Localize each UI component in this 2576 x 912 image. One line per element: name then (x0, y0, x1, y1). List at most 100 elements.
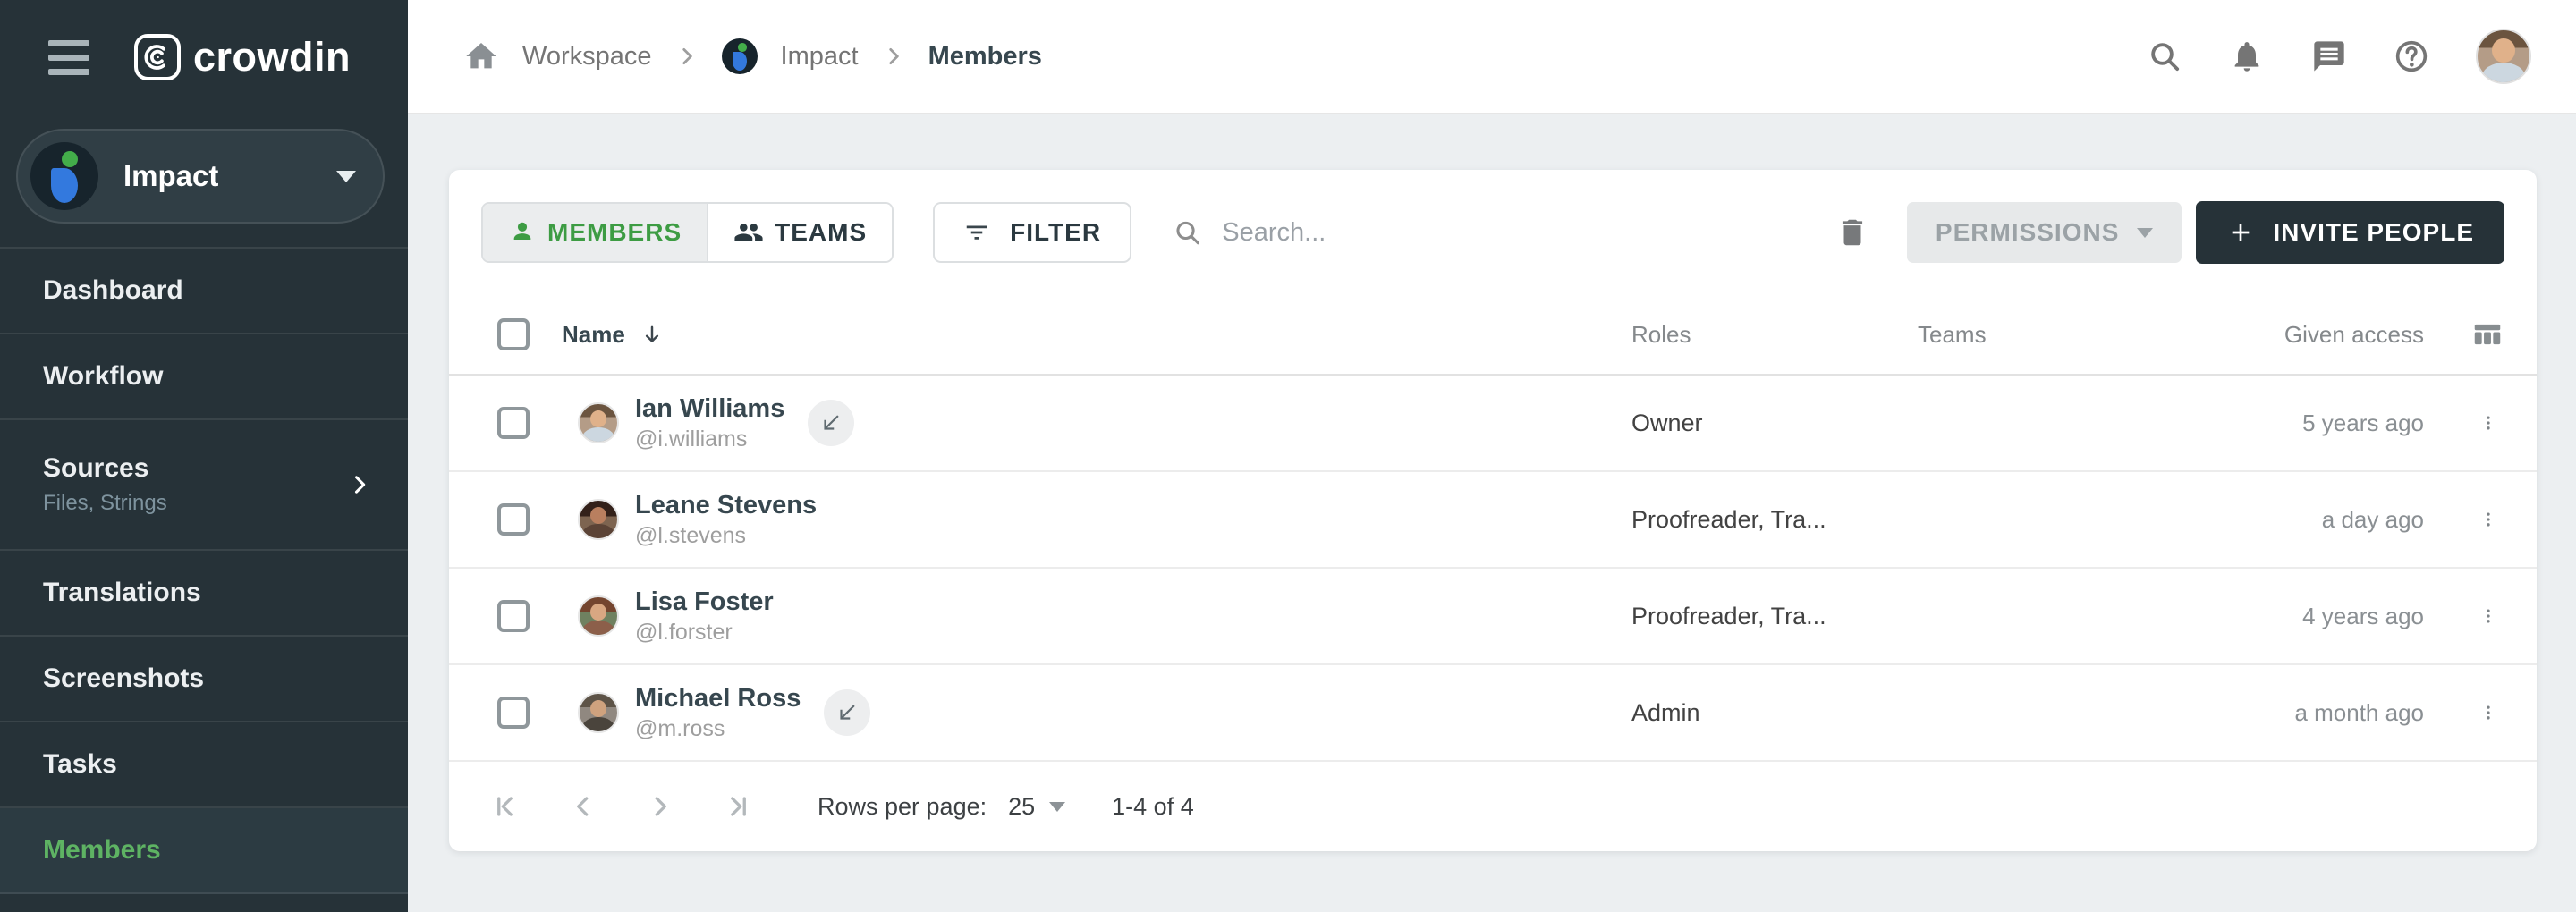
rows-per-page-label: Rows per page: (818, 793, 987, 821)
breadcrumb-workspace[interactable]: Workspace (522, 42, 652, 72)
sidebar-item-workflow[interactable]: Workflow (0, 334, 408, 420)
project-name: Impact (123, 159, 336, 193)
search-icon (1173, 216, 1202, 249)
person-icon (508, 218, 537, 247)
project-selector[interactable]: Impact (16, 129, 385, 224)
help-icon[interactable] (2394, 38, 2429, 74)
sidebar-item-dashboard[interactable]: Dashboard (0, 249, 408, 334)
breadcrumb-page: Members (928, 42, 1042, 72)
user-avatar[interactable] (2476, 29, 2531, 84)
row-menu-icon[interactable] (2472, 600, 2504, 632)
column-header-given-access[interactable]: Given access (2204, 321, 2424, 349)
login-as-badge[interactable] (808, 400, 854, 446)
previous-page-icon[interactable] (558, 781, 608, 832)
row-menu-icon[interactable] (2472, 697, 2504, 729)
breadcrumb-project-avatar (722, 38, 758, 74)
member-avatar (578, 499, 619, 540)
first-page-icon[interactable] (481, 781, 531, 832)
notifications-icon[interactable] (2229, 38, 2265, 74)
column-header-teams[interactable]: Teams (1918, 321, 2204, 349)
trash-icon[interactable] (1835, 215, 1869, 249)
member-username: @l.forster (635, 620, 774, 646)
sidebar: crowdin Impact Dashboard Workflow Source… (0, 0, 408, 912)
next-page-icon[interactable] (635, 781, 685, 832)
sidebar-item-tasks[interactable]: Tasks (0, 722, 408, 808)
members-card: MEMBERS TEAMS FILTER P (449, 170, 2537, 851)
row-menu-icon[interactable] (2472, 503, 2504, 536)
page-content: MEMBERS TEAMS FILTER P (408, 114, 2576, 912)
rows-per-page-select[interactable]: 25 (1008, 793, 1065, 821)
filter-button[interactable]: FILTER (933, 202, 1131, 263)
table-row[interactable]: Leane Stevens @l.stevens Proofreader, Tr… (449, 472, 2537, 569)
member-roles: Owner (1631, 410, 1918, 437)
topbar: Workspace Impact Members (408, 0, 2576, 114)
row-checkbox[interactable] (497, 503, 530, 536)
crowdin-wordmark: crowdin (193, 34, 351, 80)
breadcrumb-project[interactable]: Impact (781, 42, 859, 72)
member-username: @i.williams (635, 426, 784, 452)
crowdin-logo[interactable]: crowdin (134, 34, 351, 80)
table-row[interactable]: Michael Ross @m.ross Admin a month ago (449, 665, 2537, 762)
member-given-access: 5 years ago (2204, 410, 2424, 437)
member-username: @m.ross (635, 716, 801, 742)
tab-members[interactable]: MEMBERS (483, 204, 707, 261)
member-name: Lisa Foster (635, 587, 774, 617)
sidebar-header: crowdin (0, 0, 408, 114)
main-area: Workspace Impact Members MEMBERS (408, 0, 2576, 912)
row-checkbox[interactable] (497, 407, 530, 439)
menu-icon[interactable] (48, 40, 89, 75)
member-given-access: 4 years ago (2204, 603, 2424, 630)
pagination-range: 1-4 of 4 (1112, 793, 1194, 821)
plus-icon (2226, 218, 2255, 247)
sources-sublabel: Files, Strings (43, 491, 347, 516)
column-picker-icon[interactable] (2470, 317, 2504, 351)
topbar-icons (2147, 29, 2531, 84)
last-page-icon[interactable] (712, 781, 762, 832)
table-header: Name Roles Teams Given access (449, 295, 2537, 376)
project-avatar (30, 142, 98, 210)
search-field (1173, 216, 1818, 249)
sidebar-item-screenshots[interactable]: Screenshots (0, 637, 408, 722)
chevron-right-icon (882, 45, 905, 68)
row-checkbox[interactable] (497, 697, 530, 729)
row-menu-icon[interactable] (2472, 407, 2504, 439)
member-name: Leane Stevens (635, 491, 817, 520)
column-header-roles[interactable]: Roles (1631, 321, 1918, 349)
member-name: Michael Ross (635, 684, 801, 714)
tab-teams[interactable]: TEAMS (707, 204, 892, 261)
sidebar-nav: Dashboard Workflow Sources Files, String… (0, 249, 408, 894)
filter-icon (963, 219, 990, 246)
login-as-badge[interactable] (824, 689, 870, 736)
search-icon[interactable] (2147, 38, 2182, 74)
sidebar-item-members[interactable]: Members (0, 808, 408, 894)
member-username: @l.stevens (635, 523, 817, 549)
home-icon[interactable] (463, 38, 499, 74)
members-teams-segmented-control: MEMBERS TEAMS (481, 202, 894, 263)
member-roles: Admin (1631, 699, 1918, 727)
members-toolbar: MEMBERS TEAMS FILTER P (449, 170, 2537, 295)
member-avatar (578, 595, 619, 637)
chevron-down-icon (2137, 228, 2153, 238)
invite-people-button[interactable]: INVITE PEOPLE (2196, 201, 2504, 264)
breadcrumb: Workspace Impact Members (463, 38, 2147, 74)
arrow-down-left-icon (835, 701, 859, 724)
search-input[interactable] (1222, 218, 1818, 248)
sort-descending-icon[interactable] (640, 322, 665, 347)
chevron-right-icon (675, 45, 699, 68)
member-given-access: a day ago (2204, 506, 2424, 534)
select-all-checkbox[interactable] (497, 318, 530, 350)
permissions-button[interactable]: PERMISSIONS (1907, 202, 2182, 263)
arrow-down-left-icon (819, 411, 843, 435)
chevron-right-icon (347, 472, 372, 497)
chevron-down-icon (1049, 802, 1065, 812)
chevron-down-icon (336, 171, 356, 182)
row-checkbox[interactable] (497, 600, 530, 632)
sidebar-item-translations[interactable]: Translations (0, 551, 408, 637)
column-header-name[interactable]: Name (562, 321, 625, 349)
messages-icon[interactable] (2311, 38, 2347, 74)
sidebar-item-sources[interactable]: Sources Files, Strings (0, 420, 408, 551)
member-given-access: a month ago (2204, 699, 2424, 727)
table-row[interactable]: Ian Williams @i.williams Owner 5 years a… (449, 376, 2537, 472)
table-row[interactable]: Lisa Foster @l.forster Proofreader, Tra.… (449, 569, 2537, 665)
member-avatar (578, 692, 619, 733)
